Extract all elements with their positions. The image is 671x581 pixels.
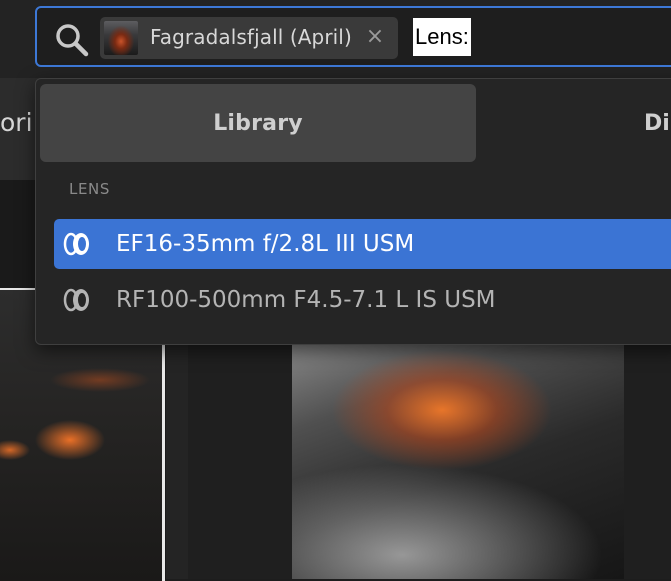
lens-option-ef16-35[interactable]: EF16-35mm f/2.8L III USM [54, 219, 671, 269]
photo-thumbnail-eruption[interactable] [292, 340, 624, 579]
search-field[interactable]: Fagradalsfjall (April) × Lens: [35, 6, 671, 67]
filter-chip-album[interactable]: Fagradalsfjall (April) × [100, 17, 398, 59]
search-icon [56, 24, 89, 57]
search-suggestions-dropdown: Library Di LENS EF16-35mm f/2.8L III USM… [35, 78, 671, 345]
search-toolbar: Fagradalsfjall (April) × Lens: [0, 0, 671, 78]
background-tab-partial-left[interactable]: ori [0, 108, 33, 137]
close-icon[interactable]: × [364, 24, 386, 50]
lens-icon [63, 288, 89, 312]
background-tab-partial-right[interactable]: Di [644, 111, 670, 136]
section-heading-lens: LENS [69, 180, 110, 198]
scope-tab-label: Library [213, 111, 303, 136]
lens-option-rf100-500[interactable]: RF100-500mm F4.5-7.1 L IS USM [54, 275, 671, 325]
lens-option-label: EF16-35mm f/2.8L III USM [116, 231, 415, 257]
search-query-text[interactable]: Lens: [413, 18, 471, 56]
lens-icon [63, 232, 89, 256]
album-thumbnail [104, 21, 138, 55]
scope-tab-library[interactable]: Library [40, 84, 476, 162]
lens-option-label: RF100-500mm F4.5-7.1 L IS USM [116, 287, 496, 313]
filter-chip-label: Fagradalsfjall (April) [150, 25, 352, 49]
